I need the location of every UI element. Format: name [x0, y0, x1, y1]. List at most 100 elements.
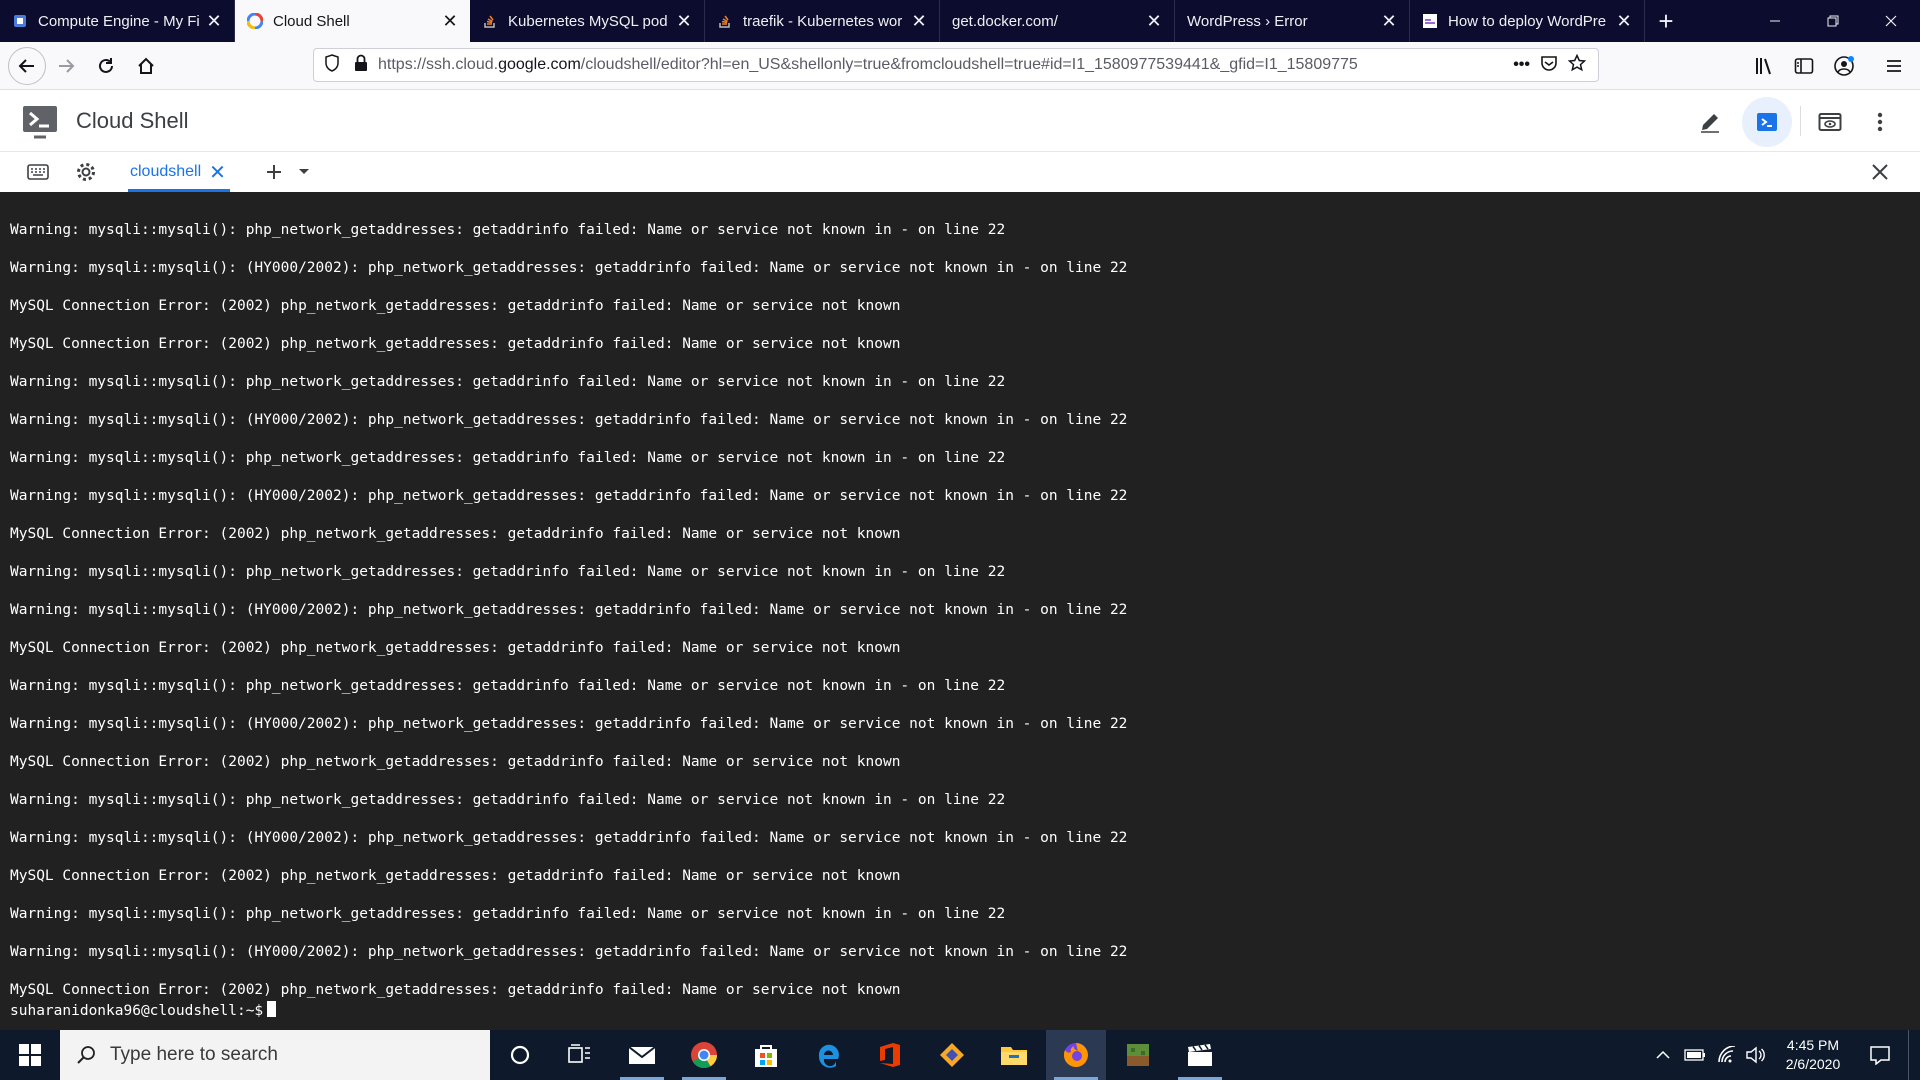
close-tab-icon[interactable]: ✕: [1144, 12, 1164, 30]
terminal-prompt-line[interactable]: suharanidonka96@cloudshell:~$: [10, 1001, 277, 1019]
terminal-line: Warning: mysqli::mysqli(): (HY000/2002):…: [10, 488, 1128, 504]
close-tab-icon[interactable]: ✕: [1614, 12, 1634, 30]
clock-date: 2/6/2020: [1785, 1056, 1841, 1072]
restore-icon[interactable]: [1804, 0, 1862, 42]
store-bag-icon: [755, 1045, 777, 1067]
browser-tab-get-docker[interactable]: get.docker.com/ ✕: [940, 0, 1175, 42]
terminal-line: Warning: mysqli::mysqli(): (HY000/2002):…: [10, 412, 1128, 428]
google-cloud-icon: [247, 13, 263, 29]
library-icon: [1756, 58, 1771, 75]
terminal-line: Warning: mysqli::mysqli(): php_network_g…: [10, 678, 1006, 694]
taskbar-movies[interactable]: [1170, 1030, 1230, 1080]
wifi-icon[interactable]: [1712, 1030, 1742, 1080]
sidebar-icon: [1794, 58, 1814, 74]
cortana-button[interactable]: [490, 1030, 550, 1080]
close-tab-icon[interactable]: ✕: [1379, 12, 1399, 30]
settings-gear-icon[interactable]: [74, 160, 98, 184]
app-menu-button[interactable]: [1878, 50, 1910, 82]
task-view-icon: [568, 1044, 590, 1063]
tab-cloudshell-session[interactable]: cloudshell ✕: [130, 152, 226, 192]
close-cloud-shell-icon[interactable]: [1868, 160, 1892, 184]
home-button[interactable]: [130, 50, 162, 82]
browser-tab-wordpress-error[interactable]: WordPress › Error ✕: [1175, 0, 1410, 42]
volume-icon[interactable]: [1740, 1030, 1770, 1080]
browser-tab-deploy-wordpress[interactable]: How to deploy WordPre ✕: [1410, 0, 1645, 42]
taskbar-firefox[interactable]: [1046, 1030, 1106, 1080]
web-preview-button[interactable]: [1812, 104, 1848, 140]
start-button[interactable]: [0, 1030, 60, 1080]
open-terminal-button[interactable]: [1742, 97, 1792, 147]
terminal-line: Warning: mysqli::mysqli(): php_network_g…: [10, 450, 1006, 466]
tab-title: Cloud Shell: [273, 12, 350, 30]
library-button[interactable]: [1748, 50, 1780, 82]
forward-button[interactable]: [50, 50, 82, 82]
compute-engine-icon: [12, 13, 28, 29]
terminal-cursor: [267, 1001, 277, 1017]
terminal-line: Warning: mysqli::mysqli(): (HY000/2002):…: [10, 716, 1128, 732]
tab-title: How to deploy WordPre: [1448, 12, 1607, 30]
add-session-plus-icon[interactable]: [262, 160, 286, 184]
reload-icon: [99, 58, 113, 73]
browser-tab-compute-engine[interactable]: Compute Engine - My Fi ✕: [0, 0, 235, 42]
taskbar-mail[interactable]: [612, 1030, 672, 1080]
cloud-shell-logo-icon: [22, 104, 58, 140]
task-view-button[interactable]: [550, 1030, 610, 1080]
stackoverflow-icon: [717, 13, 733, 29]
terminal-output[interactable]: Warning: mysqli::mysqli(): php_network_g…: [0, 192, 1920, 1030]
sidebar-button[interactable]: [1788, 50, 1820, 82]
back-button[interactable]: [8, 47, 46, 85]
close-window-icon[interactable]: [1862, 0, 1920, 42]
open-editor-button[interactable]: [1692, 104, 1728, 140]
mail-icon: [628, 1046, 656, 1064]
taskbar-file-explorer[interactable]: [984, 1030, 1044, 1080]
site-icon: [1422, 13, 1438, 29]
close-terminal-tab-icon[interactable]: ✕: [209, 160, 226, 185]
web-preview-icon: [1818, 113, 1842, 131]
tab-title: Kubernetes MySQL pod: [508, 12, 668, 30]
keyboard-icon[interactable]: [26, 160, 50, 184]
url-bar[interactable]: https://ssh.cloud.google.com/cloudshell/…: [313, 48, 1599, 82]
system-clock[interactable]: 4:45 PM 2/6/2020: [1768, 1036, 1858, 1074]
bookmark-star-icon[interactable]: [1567, 53, 1587, 77]
show-hidden-icons-chevron-icon[interactable]: [1650, 1030, 1676, 1080]
taskbar-office[interactable]: [860, 1030, 920, 1080]
close-tab-icon[interactable]: ✕: [440, 12, 460, 30]
windows-taskbar: Type here to search 4:45 PM 2/6/2020: [0, 1030, 1920, 1080]
close-tab-icon[interactable]: ✕: [674, 12, 694, 30]
taskbar-chrome[interactable]: [674, 1030, 734, 1080]
terminal-tab-row: cloudshell ✕: [0, 152, 1920, 192]
show-desktop-button[interactable]: [1908, 1030, 1920, 1080]
account-button[interactable]: [1828, 50, 1860, 82]
reload-button[interactable]: [90, 50, 122, 82]
more-options-button[interactable]: [1862, 104, 1898, 140]
terminal-icon: [1757, 113, 1777, 131]
terminal-line: Warning: mysqli::mysqli(): php_network_g…: [10, 222, 1006, 238]
battery-icon[interactable]: [1680, 1030, 1710, 1080]
pocket-icon[interactable]: [1540, 54, 1558, 77]
new-tab-button[interactable]: +: [1645, 0, 1687, 42]
browser-tab-cloud-shell[interactable]: Cloud Shell ✕: [235, 0, 470, 42]
page-actions-menu-icon[interactable]: •••: [1513, 56, 1530, 74]
taskbar-git-app[interactable]: [922, 1030, 982, 1080]
taskbar-store[interactable]: [736, 1030, 796, 1080]
tracking-shield-icon[interactable]: [324, 53, 340, 77]
search-placeholder: Type here to search: [110, 1044, 278, 1065]
edge-icon: [818, 1044, 839, 1068]
firefox-icon: [1063, 1043, 1088, 1067]
minimize-icon[interactable]: [1746, 0, 1804, 42]
lock-icon[interactable]: [354, 54, 368, 77]
action-center-button[interactable]: [1862, 1030, 1898, 1080]
close-tab-icon[interactable]: ✕: [204, 12, 224, 30]
browser-tab-kubernetes-mysql[interactable]: Kubernetes MySQL pod ✕: [470, 0, 705, 42]
terminal-line: Warning: mysqli::mysqli(): (HY000/2002):…: [10, 944, 1128, 960]
url-path: /cloudshell/editor?hl=en_US&shellonly=tr…: [580, 56, 1358, 73]
taskbar-search-box[interactable]: Type here to search: [60, 1030, 490, 1080]
url-domain: google.com: [498, 56, 581, 73]
browser-tab-traefik[interactable]: traefik - Kubernetes wor ✕: [705, 0, 940, 42]
close-tab-icon[interactable]: ✕: [909, 12, 929, 30]
session-dropdown-chevron-icon[interactable]: [292, 160, 316, 184]
windows-logo-icon: [19, 1044, 41, 1066]
taskbar-minecraft[interactable]: [1108, 1030, 1168, 1080]
taskbar-edge[interactable]: [798, 1030, 858, 1080]
more-vertical-icon: [1877, 112, 1883, 132]
